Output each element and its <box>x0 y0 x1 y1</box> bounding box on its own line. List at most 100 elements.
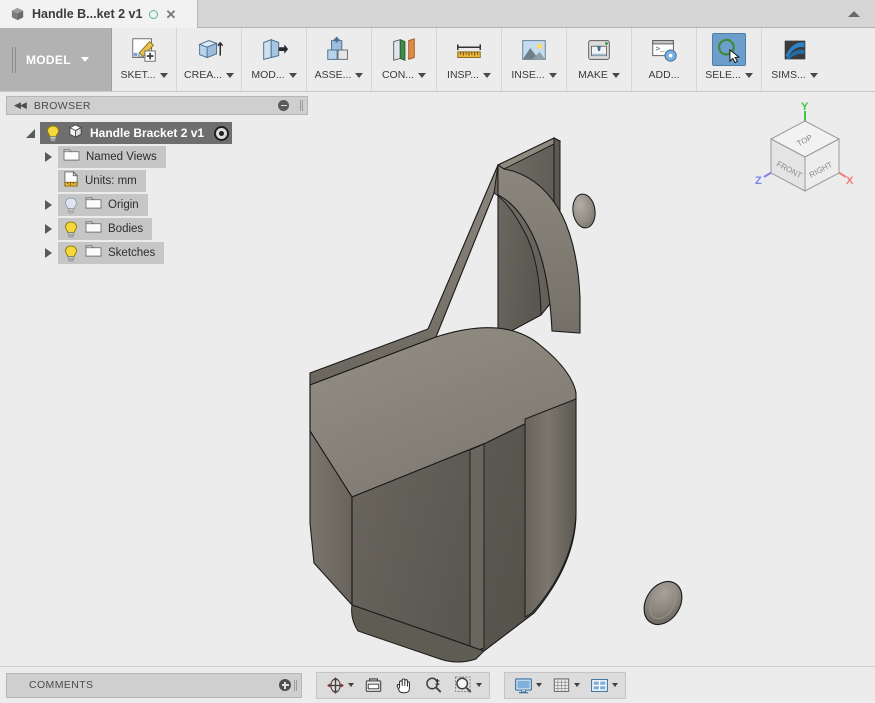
toolbar-item-make[interactable]: MAKE <box>567 28 632 91</box>
chevron-down-icon[interactable] <box>418 72 427 78</box>
construct-plane-icon[interactable] <box>387 33 421 66</box>
toolbar-item-sele[interactable]: SELE... <box>697 28 762 91</box>
expand-arrow-icon[interactable] <box>38 200 58 210</box>
tree-node-chip[interactable]: Handle Bracket 2 v1 <box>40 122 233 144</box>
3d-viewport[interactable]: Y X Z TOP FRONT RIGHT <box>308 93 875 666</box>
collapse-arrow-icon[interactable] <box>20 128 40 138</box>
nav-look-at[interactable] <box>358 673 388 698</box>
simulation-icon[interactable] <box>778 33 812 66</box>
expand-arrow-icon[interactable] <box>38 152 58 162</box>
display-toolbar <box>504 671 626 699</box>
chevron-down-icon[interactable] <box>744 72 753 78</box>
display-settings-monitor-icon[interactable] <box>512 674 534 696</box>
expand-arrow-icon[interactable] <box>38 248 58 258</box>
display-grid-snaps[interactable] <box>546 673 584 698</box>
chevron-down-icon[interactable] <box>225 72 234 78</box>
display-display-settings-monitor[interactable] <box>508 673 546 698</box>
comments-panel[interactable]: COMMENTS <box>6 672 302 698</box>
display-viewport-layout[interactable] <box>584 673 622 698</box>
nav-zoom-window[interactable] <box>448 673 486 698</box>
comments-grip-icon[interactable] <box>294 679 297 691</box>
viewport-layout-icon[interactable] <box>588 674 610 696</box>
collapse-toolbar-button[interactable] <box>833 0 875 27</box>
plus-circle-icon[interactable] <box>279 679 291 691</box>
visibility-bulb-on-icon[interactable] <box>63 244 79 262</box>
chevron-down-icon[interactable] <box>548 72 557 78</box>
chevron-down-icon[interactable] <box>536 683 542 687</box>
toolbar-item-sims[interactable]: SIMS... <box>762 28 827 91</box>
tree-node-units-mm[interactable]: Units: mm <box>6 169 308 193</box>
axis-x-label: X <box>846 175 854 187</box>
toolbar-item-inse[interactable]: INSE... <box>502 28 567 91</box>
tree-node-named-views[interactable]: Named Views <box>6 145 308 169</box>
visibility-bulb-on-icon[interactable] <box>45 124 61 142</box>
toolbar-item-sket[interactable]: SKET... <box>112 28 177 91</box>
chevron-down-icon[interactable] <box>482 72 491 78</box>
tree-node-chip[interactable]: Units: mm <box>58 170 146 192</box>
pan-hand-icon[interactable] <box>392 674 414 696</box>
visibility-bulb-on-icon[interactable] <box>63 220 79 238</box>
tree-node-sketches[interactable]: Sketches <box>6 241 308 265</box>
workspace-selector[interactable]: MODEL <box>0 28 112 91</box>
chevron-down-icon[interactable] <box>288 72 297 78</box>
minus-circle-icon[interactable] <box>278 100 289 111</box>
toolbar-item-mod[interactable]: MOD... <box>242 28 307 91</box>
chevron-down-icon[interactable] <box>574 683 580 687</box>
tree-node-bodies[interactable]: Bodies <box>6 217 308 241</box>
toolbar-item-insp[interactable]: INSP... <box>437 28 502 91</box>
tree-node-origin[interactable]: Origin <box>6 193 308 217</box>
toolbar-item-text: MAKE <box>578 69 620 81</box>
inspect-ruler-icon[interactable] <box>452 33 486 66</box>
panel-grip-icon[interactable] <box>300 100 303 111</box>
tree-node-chip[interactable]: Named Views <box>58 146 166 168</box>
modify-press-pull-icon[interactable] <box>257 33 291 66</box>
toolbar-item-con[interactable]: CON... <box>372 28 437 91</box>
add-ins-script-icon[interactable]: >_ <box>647 33 681 66</box>
orbit-icon[interactable] <box>324 674 346 696</box>
component-cube-icon <box>67 123 84 144</box>
assemble-icon[interactable] <box>322 33 356 66</box>
tree-node-label: Bodies <box>108 223 144 235</box>
close-icon[interactable]: ✕ <box>165 8 176 21</box>
nav-orbit[interactable] <box>320 673 358 698</box>
nav-zoom-magnifier[interactable] <box>418 673 448 698</box>
chevron-down-icon[interactable] <box>159 72 168 78</box>
double-left-arrow-icon[interactable]: ◀◀ <box>14 100 27 111</box>
view-cube[interactable]: Y X Z TOP FRONT RIGHT <box>747 99 857 204</box>
zoom-window-icon[interactable] <box>452 674 474 696</box>
toolbar-item-label: SIMS... <box>771 69 806 81</box>
chevron-down-icon[interactable] <box>476 683 482 687</box>
tree-node-handle-bracket-2-v1[interactable]: Handle Bracket 2 v1 <box>6 121 308 145</box>
document-tab[interactable]: Handle B...ket 2 v1 ✕ <box>0 0 198 28</box>
expand-arrow-icon[interactable] <box>38 224 58 234</box>
toolbar-item-asse[interactable]: ASSE... <box>307 28 372 91</box>
toolbar-grip-icon[interactable] <box>12 46 16 73</box>
toolbar-item-crea[interactable]: CREA... <box>177 28 242 91</box>
folder-icon <box>85 219 102 239</box>
chevron-down-icon[interactable] <box>809 72 818 78</box>
nav-pan-hand[interactable] <box>388 673 418 698</box>
tree-node-label: Named Views <box>86 151 157 163</box>
chevron-down-icon[interactable] <box>612 683 618 687</box>
visibility-bulb-off-icon[interactable] <box>63 196 79 214</box>
activate-component-icon[interactable] <box>214 125 230 141</box>
look-at-icon[interactable] <box>362 674 384 696</box>
chevron-down-icon[interactable] <box>348 683 354 687</box>
chevron-down-icon <box>80 57 89 62</box>
tree-node-chip[interactable]: Sketches <box>58 242 165 264</box>
units-document-icon <box>63 170 79 192</box>
grid-snaps-icon[interactable] <box>550 674 572 696</box>
insert-image-icon[interactable] <box>517 33 551 66</box>
toolbar-item-label: MOD... <box>251 69 285 81</box>
make-3d-print-icon[interactable] <box>582 33 616 66</box>
chevron-down-icon[interactable] <box>611 72 620 78</box>
chevron-down-icon[interactable] <box>355 72 364 78</box>
tree-node-chip[interactable]: Origin <box>58 194 148 216</box>
select-lasso-icon[interactable] <box>712 33 746 66</box>
create-extrude-icon[interactable] <box>192 33 226 66</box>
zoom-magnifier-icon[interactable] <box>422 674 444 696</box>
tree-node-chip[interactable]: Bodies <box>58 218 153 240</box>
toolbar-item-add[interactable]: >_ ADD... <box>632 28 697 91</box>
axis-z-label: Z <box>755 175 762 187</box>
sketch-icon[interactable] <box>127 33 161 66</box>
